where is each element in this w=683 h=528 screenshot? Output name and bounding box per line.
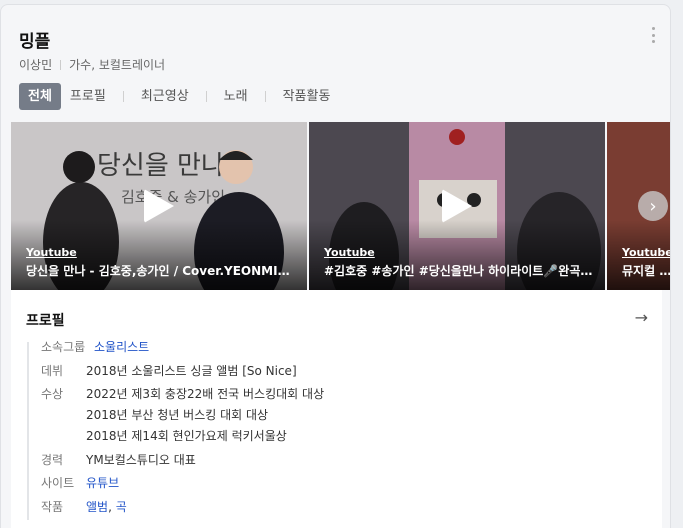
- tab-divider: [205, 91, 207, 102]
- divider: [60, 59, 62, 70]
- video-source[interactable]: Youtube: [622, 246, 670, 259]
- profile-row-debut: 데뷔 2018년 소울리스트 싱글 앨범 [So Nice]: [41, 361, 297, 382]
- profile-row-site: 사이트 유튜브: [41, 473, 119, 494]
- tab-recent-videos[interactable]: 최근영상: [132, 83, 198, 110]
- row-label: 경력: [41, 453, 64, 467]
- play-icon[interactable]: [144, 189, 174, 223]
- row-label: 사이트: [41, 476, 75, 490]
- row-label: 데뷔: [41, 364, 64, 378]
- award-item: 2022년 제3회 충장22배 전국 버스킹대회 대상: [86, 387, 325, 401]
- page-title: 밍플: [19, 32, 51, 52]
- tab-divider: [122, 91, 124, 102]
- award-item: 2018년 제14회 현인가요제 럭키서울상: [86, 429, 287, 443]
- tab-profile[interactable]: 프로필: [61, 83, 115, 110]
- section-title: 프로필: [26, 313, 65, 329]
- youtube-link[interactable]: 유튜브: [86, 473, 119, 494]
- profile-section: 프로필 → 소속그룹 소울리스트 데뷔 2018년 소울리스트 싱글 앨범 [S…: [11, 290, 662, 528]
- profile-row-agency: 소속그룹 소울리스트: [41, 337, 149, 358]
- timeline-bar: [27, 342, 29, 520]
- row-label: 소속그룹: [41, 340, 86, 354]
- play-icon[interactable]: [442, 189, 472, 223]
- video-carousel: 당신을 만나 김호중 & 송가인 Youtube 당신을 만나 - 김호중,송가…: [11, 122, 670, 290]
- row-label: 수상: [41, 387, 64, 401]
- thumbnail-handwritten-title: 당신을 만나: [97, 151, 225, 181]
- tab-bar: 전체 프로필 최근영상 노래 작품활동: [19, 83, 339, 110]
- agency-link[interactable]: 소울리스트: [94, 337, 149, 358]
- video-title[interactable]: 당신을 만나 - 김호중,송가인 / Cover.YEONMIN(노래하는연민): [26, 262, 297, 279]
- occupation: 가수, 보컬트레이너: [69, 58, 166, 72]
- video-card[interactable]: Youtube #김호중 #송가인 #당신을만나 하이라이트🎤완곡-댓글: [309, 122, 605, 290]
- video-card[interactable]: 당신을 만나 김호중 & 송가인 Youtube 당신을 만나 - 김호중,송가…: [11, 122, 307, 290]
- album-link[interactable]: 앨범: [86, 500, 108, 514]
- award-item: 2018년 부산 청년 버스킹 대회 대상: [86, 408, 269, 422]
- video-title[interactable]: #김호중 #송가인 #당신을만나 하이라이트🎤완곡-댓글: [324, 262, 595, 279]
- more-options-icon[interactable]: [650, 27, 656, 43]
- video-source[interactable]: Youtube: [324, 246, 375, 259]
- subtitle: 이상민 가수, 보컬트레이너: [19, 56, 165, 73]
- tab-all[interactable]: 전체: [19, 83, 61, 110]
- arrow-right-icon[interactable]: →: [635, 308, 648, 327]
- row-value: YM보컬스튜디오 대표: [86, 453, 196, 467]
- profile-row-career: 경력 YM보컬스튜디오 대표: [41, 450, 196, 471]
- real-name: 이상민: [19, 58, 53, 72]
- profile-row-awards: 수상 2022년 제3회 충장22배 전국 버스킹대회 대상 2018년 부산 …: [41, 384, 324, 447]
- tab-divider: [264, 91, 266, 102]
- person-card: 밍플 이상민 가수, 보컬트레이너 전체 프로필 최근영상 노래 작품활동 당신…: [0, 4, 671, 528]
- video-title[interactable]: 뮤지컬 베토벤: [622, 262, 670, 279]
- next-arrow-icon[interactable]: ›: [638, 191, 668, 221]
- song-link[interactable]: 곡: [116, 500, 127, 514]
- video-source[interactable]: Youtube: [26, 246, 77, 259]
- row-label: 작품: [41, 500, 64, 514]
- tab-works[interactable]: 작품활동: [274, 83, 340, 110]
- tab-songs[interactable]: 노래: [215, 83, 257, 110]
- profile-row-works: 작품 앨범, 곡: [41, 497, 127, 518]
- separator: ,: [108, 500, 116, 514]
- row-value: 2018년 소울리스트 싱글 앨범 [So Nice]: [86, 364, 297, 378]
